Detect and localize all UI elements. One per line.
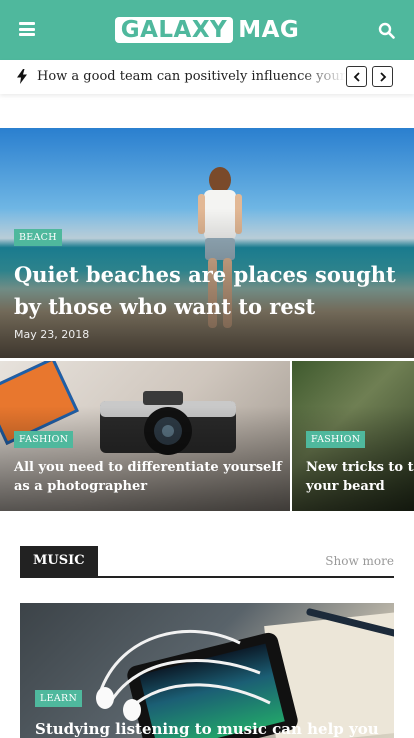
hero-article[interactable]: BEACH Quiet beaches are places sought by… (0, 128, 414, 358)
music-article[interactable]: LEARN Studying listening to music can he… (20, 603, 394, 738)
section-label: MUSIC (20, 546, 98, 576)
article-card-photographer[interactable]: FASHION All you need to differentiate yo… (0, 361, 290, 511)
music-article-title[interactable]: Studying listening to music can help you (35, 720, 385, 738)
bolt-icon (17, 69, 27, 84)
hero-date: May 23, 2018 (14, 328, 90, 341)
app-header: GALAXY MAG (0, 0, 414, 60)
ticker-prev-button[interactable] (346, 66, 367, 87)
site-logo[interactable]: GALAXY MAG (114, 15, 300, 45)
logo-text-mag: MAG (238, 17, 300, 43)
card-category-badge[interactable]: FASHION (14, 431, 74, 448)
card-title[interactable]: New tricks to take care of your beard (306, 458, 414, 496)
show-more-link[interactable]: Show more (325, 554, 394, 568)
card-title[interactable]: All you need to differentiate yourself a… (14, 458, 284, 496)
article-card-beard[interactable]: FASHION New tricks to take care of your … (292, 361, 414, 511)
earphones-image (96, 629, 271, 721)
hero-category-badge[interactable]: BEACH (14, 229, 62, 246)
ticker-headline[interactable]: How a good team can positively influence… (37, 69, 345, 84)
hero-overlay (0, 128, 414, 358)
ticker-next-button[interactable] (372, 66, 393, 87)
hamburger-menu-icon[interactable] (19, 22, 35, 36)
hero-title[interactable]: Quiet beaches are places sought by those… (14, 259, 404, 323)
chevron-right-icon (379, 71, 386, 82)
chevron-left-icon (353, 71, 360, 82)
music-category-badge[interactable]: LEARN (35, 690, 83, 707)
search-icon[interactable] (378, 22, 395, 39)
logo-text-galaxy: GALAXY (114, 17, 234, 43)
ticker-fade (300, 60, 346, 94)
music-section-header: MUSIC Show more (20, 546, 394, 578)
card-category-badge[interactable]: FASHION (306, 431, 366, 448)
